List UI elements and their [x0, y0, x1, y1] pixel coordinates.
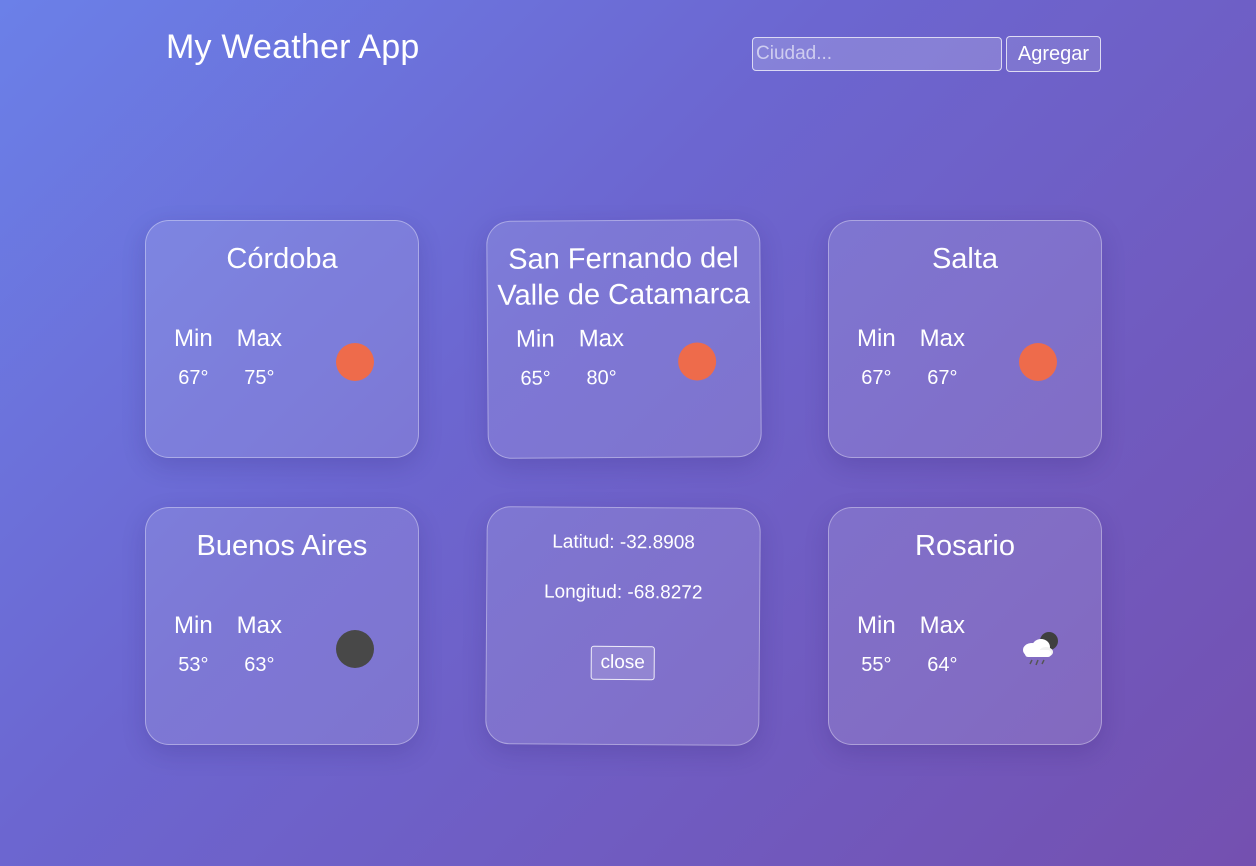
max-temperature: Max 80°	[579, 325, 625, 390]
max-label: Max	[578, 325, 625, 353]
coordinates-card: Latitud: -32.8908 Longitud: -68.8272 clo…	[485, 506, 761, 746]
max-value: 80°	[586, 367, 617, 390]
max-label: Max	[919, 612, 966, 639]
longitude-text: Longitud: -68.8272	[543, 581, 703, 604]
weather-card-buenos-aires[interactable]: Buenos Aires Min 53° Max 63°	[145, 507, 419, 745]
max-label: Max	[236, 612, 283, 639]
min-temperature: Min 67°	[174, 325, 213, 390]
max-temperature: Max 67°	[920, 325, 965, 390]
weather-card-rosario[interactable]: Rosario Min 55° Max 64°	[828, 507, 1102, 745]
latitude-text: Latitud: -32.8908	[552, 531, 695, 554]
temperature-range: Min 65° Max 80°	[516, 325, 624, 391]
temperature-range: Min 67° Max 67°	[857, 325, 965, 390]
night-icon	[336, 630, 374, 668]
min-value: 53°	[178, 654, 209, 676]
min-temperature: Min 53°	[174, 612, 213, 677]
weather-card-cordoba[interactable]: Córdoba Min 67° Max 75°	[145, 220, 419, 458]
min-label: Min	[857, 325, 896, 352]
rain-cloud-icon	[1019, 630, 1058, 668]
city-name: San Fernando del Valle de Catamarca	[497, 242, 751, 312]
temperature-range: Min 53° Max 63°	[174, 612, 282, 677]
max-temperature: Max 75°	[237, 325, 282, 390]
city-name: Salta	[931, 243, 999, 275]
max-temperature: Max 63°	[237, 612, 282, 677]
weather-card-catamarca[interactable]: San Fernando del Valle de Catamarca Min …	[486, 219, 762, 459]
min-temperature: Min 55°	[857, 612, 896, 677]
min-temperature: Min 67°	[857, 325, 896, 390]
temperature-range: Min 55° Max 64°	[857, 612, 965, 677]
min-value: 67°	[178, 367, 209, 389]
sun-icon	[1019, 343, 1057, 381]
city-name: Córdoba	[226, 243, 338, 275]
min-label: Min	[515, 325, 555, 353]
city-input[interactable]	[752, 37, 1002, 71]
min-label: Min	[174, 325, 213, 352]
temperature-range: Min 67° Max 75°	[174, 325, 282, 390]
min-label: Min	[857, 612, 896, 639]
sun-icon	[678, 342, 717, 381]
max-value: 63°	[244, 654, 275, 676]
max-label: Max	[236, 325, 283, 352]
min-value: 65°	[520, 367, 551, 390]
sun-icon	[336, 343, 374, 381]
city-name: Buenos Aires	[196, 530, 368, 562]
max-value: 64°	[927, 654, 958, 676]
max-value: 75°	[244, 367, 275, 389]
app-title: My Weather App	[166, 28, 420, 66]
city-name: Rosario	[915, 530, 1015, 562]
weather-card-salta[interactable]: Salta Min 67° Max 67°	[828, 220, 1102, 458]
coordinates: Latitud: -32.8908 Longitud: -68.8272	[487, 531, 759, 605]
add-city-button[interactable]: Agregar	[1006, 36, 1101, 72]
min-value: 55°	[861, 654, 892, 676]
min-label: Min	[174, 612, 213, 639]
min-value: 67°	[861, 367, 892, 389]
max-value: 67°	[927, 367, 958, 389]
max-temperature: Max 64°	[920, 612, 965, 677]
search-bar: Agregar	[752, 36, 1101, 72]
min-temperature: Min 65°	[516, 325, 555, 390]
max-label: Max	[919, 325, 966, 352]
close-button[interactable]: close	[590, 645, 655, 681]
